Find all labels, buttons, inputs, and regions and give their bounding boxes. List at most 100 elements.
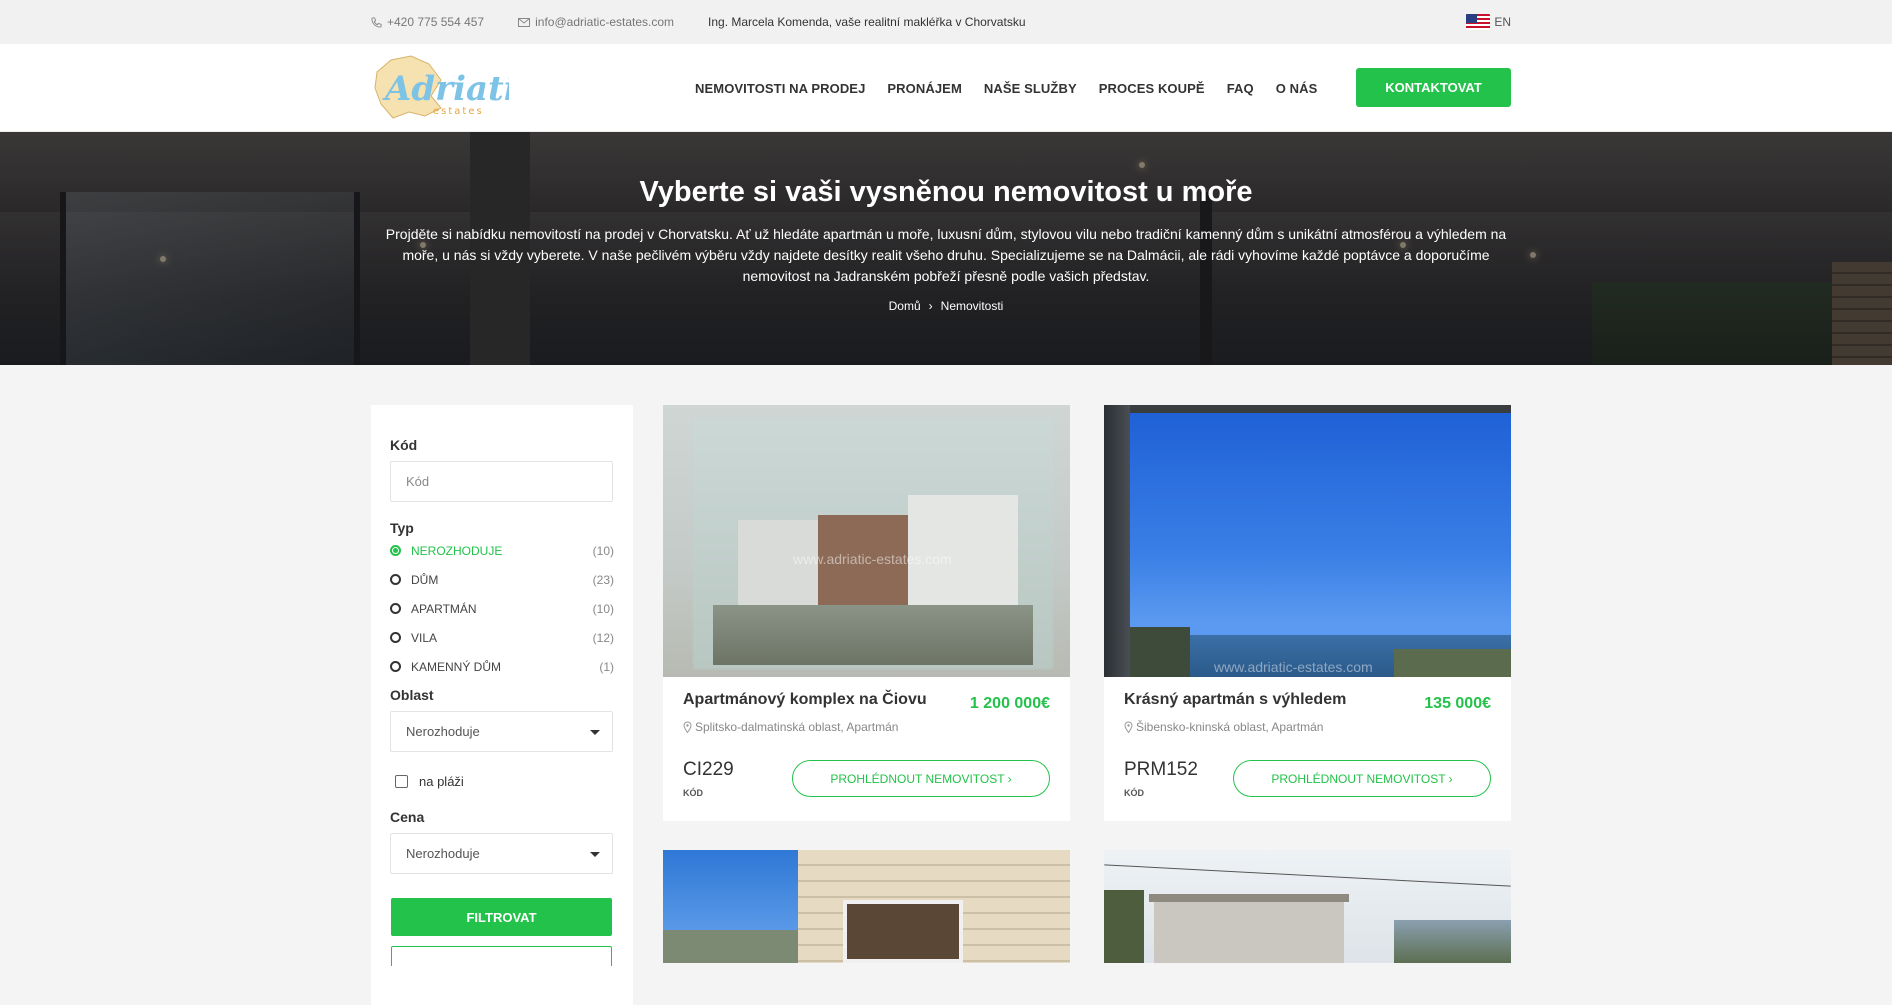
price-select[interactable]: Nerozhoduje: [390, 833, 613, 874]
type-label: Typ: [390, 520, 414, 536]
listing-card[interactable]: [663, 850, 1070, 963]
hero-title: Vyberte si vaši vysněnou nemovitost u mo…: [639, 176, 1253, 208]
nav-item-about[interactable]: O NÁS: [1276, 81, 1318, 96]
image-roof-edge: [1130, 405, 1511, 413]
type-option-label: NEROZHODUJE: [411, 543, 503, 558]
type-option-count: (10): [592, 601, 614, 616]
image-ground: [713, 605, 1033, 665]
listing-code: PRM152: [1124, 759, 1198, 780]
tagline: Ing. Marcela Komenda, vaše realitní makl…: [708, 15, 1026, 29]
checkbox-icon: [395, 775, 408, 788]
listing-image[interactable]: [663, 850, 1070, 963]
nav-item-purchase-process[interactable]: PROCES KOUPĚ: [1099, 81, 1205, 96]
us-flag-icon: [1466, 14, 1491, 30]
beach-checkbox[interactable]: na pláži: [395, 774, 614, 789]
code-label: Kód: [390, 437, 418, 453]
breadcrumb-home[interactable]: Domů: [889, 299, 921, 313]
nav-item-rental[interactable]: PRONÁJEM: [887, 81, 961, 96]
type-option-apartment[interactable]: APARTMÁN (10): [390, 594, 614, 623]
main-header: Adriatic estates NEMOVITOSTI NA PRODEJ P…: [0, 44, 1892, 132]
type-option-count: (10): [592, 543, 614, 558]
language-label: EN: [1494, 15, 1511, 29]
type-option-villa[interactable]: VILA (12): [390, 623, 614, 652]
image-shore: [1130, 627, 1190, 677]
radio-selected-icon: [390, 545, 401, 556]
listing-location-text: Splitsko-dalmatinská oblast, Apartmán: [695, 720, 899, 734]
image-house: [1154, 900, 1344, 963]
beach-checkbox-label: na pláži: [419, 774, 464, 789]
radio-icon: [390, 574, 401, 585]
phone-icon: [371, 16, 382, 28]
email-address: info@adriatic-estates.com: [535, 15, 675, 29]
listing-image[interactable]: www.adriatic-estates.com: [1104, 405, 1511, 677]
map-pin-icon: [1124, 721, 1133, 733]
type-option-stone-house[interactable]: KAMENNÝ DŮM (1): [390, 652, 614, 681]
nav-item-services[interactable]: NAŠE SLUŽBY: [984, 81, 1077, 96]
listing-image[interactable]: www.adriatic-estates.com: [663, 405, 1070, 677]
listing-card[interactable]: [1104, 850, 1511, 963]
image-landscape: [1394, 920, 1511, 963]
dropdown-caret-icon: [590, 852, 600, 857]
listing-location: Splitsko-dalmatinská oblast, Apartmán: [683, 720, 898, 734]
listing-title[interactable]: Krásný apartmán s výhledem: [1124, 691, 1346, 709]
image-tree: [1104, 890, 1144, 963]
area-select[interactable]: Nerozhoduje: [390, 711, 613, 752]
reset-button[interactable]: [391, 946, 612, 966]
listing-title[interactable]: Apartmánový komplex na Čiovu: [683, 691, 927, 709]
listing-location: Šibensko-kninská oblast, Apartmán: [1124, 720, 1323, 734]
logo-subtext: estates: [433, 106, 484, 117]
breadcrumb-current: Nemovitosti: [940, 299, 1004, 313]
breadcrumb: Domů › Nemovitosti: [0, 299, 1892, 313]
type-option-any[interactable]: NEROZHODUJE (10): [390, 536, 614, 565]
image-wire: [1104, 864, 1511, 887]
hero-description: Projděte si nabídku nemovitostí na prode…: [385, 226, 1507, 284]
area-label: Oblast: [390, 687, 434, 703]
nav-item-faq[interactable]: FAQ: [1227, 81, 1254, 96]
listing-card[interactable]: www.adriatic-estates.com Krásný apartmán…: [1104, 405, 1511, 821]
dropdown-caret-icon: [590, 730, 600, 735]
price-select-value: Nerozhoduje: [406, 846, 480, 861]
contact-button[interactable]: KONTAKTOVAT: [1356, 68, 1511, 107]
image-watermark: www.adriatic-estates.com: [793, 551, 952, 567]
logo-text: Adriatic: [382, 69, 509, 109]
area-select-value: Nerozhoduje: [406, 724, 480, 739]
view-property-button[interactable]: PROHLÉDNOUT NEMOVITOST ›: [792, 760, 1050, 797]
image-window: [843, 900, 963, 963]
listing-code-label: KÓD: [683, 788, 703, 798]
map-pin-icon: [683, 721, 692, 733]
filter-button[interactable]: FILTROVAT: [391, 898, 612, 936]
mail-icon: [518, 17, 531, 27]
filter-sidebar: Kód Kód Typ NEROZHODUJE (10) DŮM (23) AP…: [371, 405, 633, 1005]
main-nav: NEMOVITOSTI NA PRODEJ PRONÁJEM NAŠE SLUŽ…: [695, 44, 1339, 132]
listing-image[interactable]: [1104, 850, 1511, 963]
radio-icon: [390, 661, 401, 672]
image-ground: [663, 930, 798, 963]
top-bar: +420 775 554 457 info@adriatic-estates.c…: [0, 0, 1892, 44]
listing-location-text: Šibensko-kninská oblast, Apartmán: [1136, 720, 1324, 734]
listing-card[interactable]: www.adriatic-estates.com Apartmánový kom…: [663, 405, 1070, 821]
image-wall: [1104, 405, 1130, 677]
phone-number: +420 775 554 457: [387, 15, 485, 29]
phone-contact[interactable]: +420 775 554 457: [371, 15, 484, 29]
type-option-house[interactable]: DŮM (23): [390, 565, 614, 594]
hero-banner: Vyberte si vaši vysněnou nemovitost u mo…: [0, 132, 1892, 365]
type-option-label: KAMENNÝ DŮM: [411, 659, 502, 674]
code-input[interactable]: Kód: [390, 461, 613, 502]
image-watermark: www.adriatic-estates.com: [1214, 659, 1373, 675]
logo[interactable]: Adriatic estates: [371, 52, 509, 124]
language-switch[interactable]: EN: [1466, 14, 1511, 30]
price-label: Cena: [390, 809, 425, 825]
nav-item-for-sale[interactable]: NEMOVITOSTI NA PRODEJ: [695, 81, 865, 96]
listing-price: 1 200 000€: [969, 695, 1050, 712]
type-option-label: APARTMÁN: [411, 601, 477, 616]
image-shore: [1394, 649, 1511, 677]
radio-icon: [390, 632, 401, 643]
view-property-button[interactable]: PROHLÉDNOUT NEMOVITOST ›: [1233, 760, 1491, 797]
image-roof: [1149, 894, 1349, 902]
type-option-count: (12): [592, 630, 614, 645]
breadcrumb-separator: ›: [928, 299, 933, 313]
listing-code-label: KÓD: [1124, 788, 1144, 798]
listing-code: CI229: [683, 759, 734, 780]
type-option-label: DŮM: [411, 572, 439, 587]
email-contact[interactable]: info@adriatic-estates.com: [518, 15, 674, 29]
